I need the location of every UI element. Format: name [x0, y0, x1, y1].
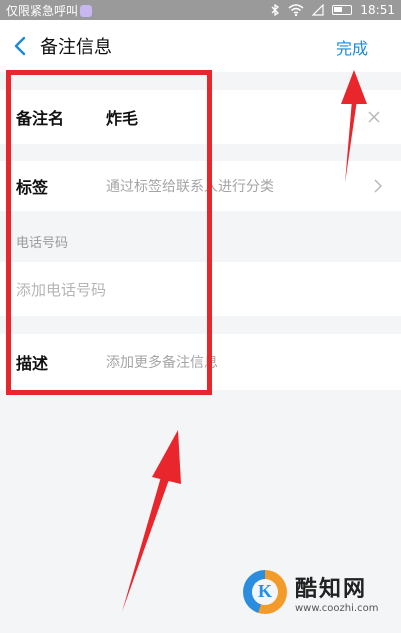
logo-url: www.coozhi.com — [295, 602, 379, 614]
annotation-arrows — [122, 70, 367, 612]
arrow-to-form — [122, 430, 181, 612]
logo-name: 酷知网 — [295, 576, 368, 602]
logo-mark-icon: K — [243, 570, 287, 614]
arrow-to-done — [341, 70, 367, 183]
watermark-logo: K 酷知网 www.coozhi.com — [243, 570, 378, 614]
